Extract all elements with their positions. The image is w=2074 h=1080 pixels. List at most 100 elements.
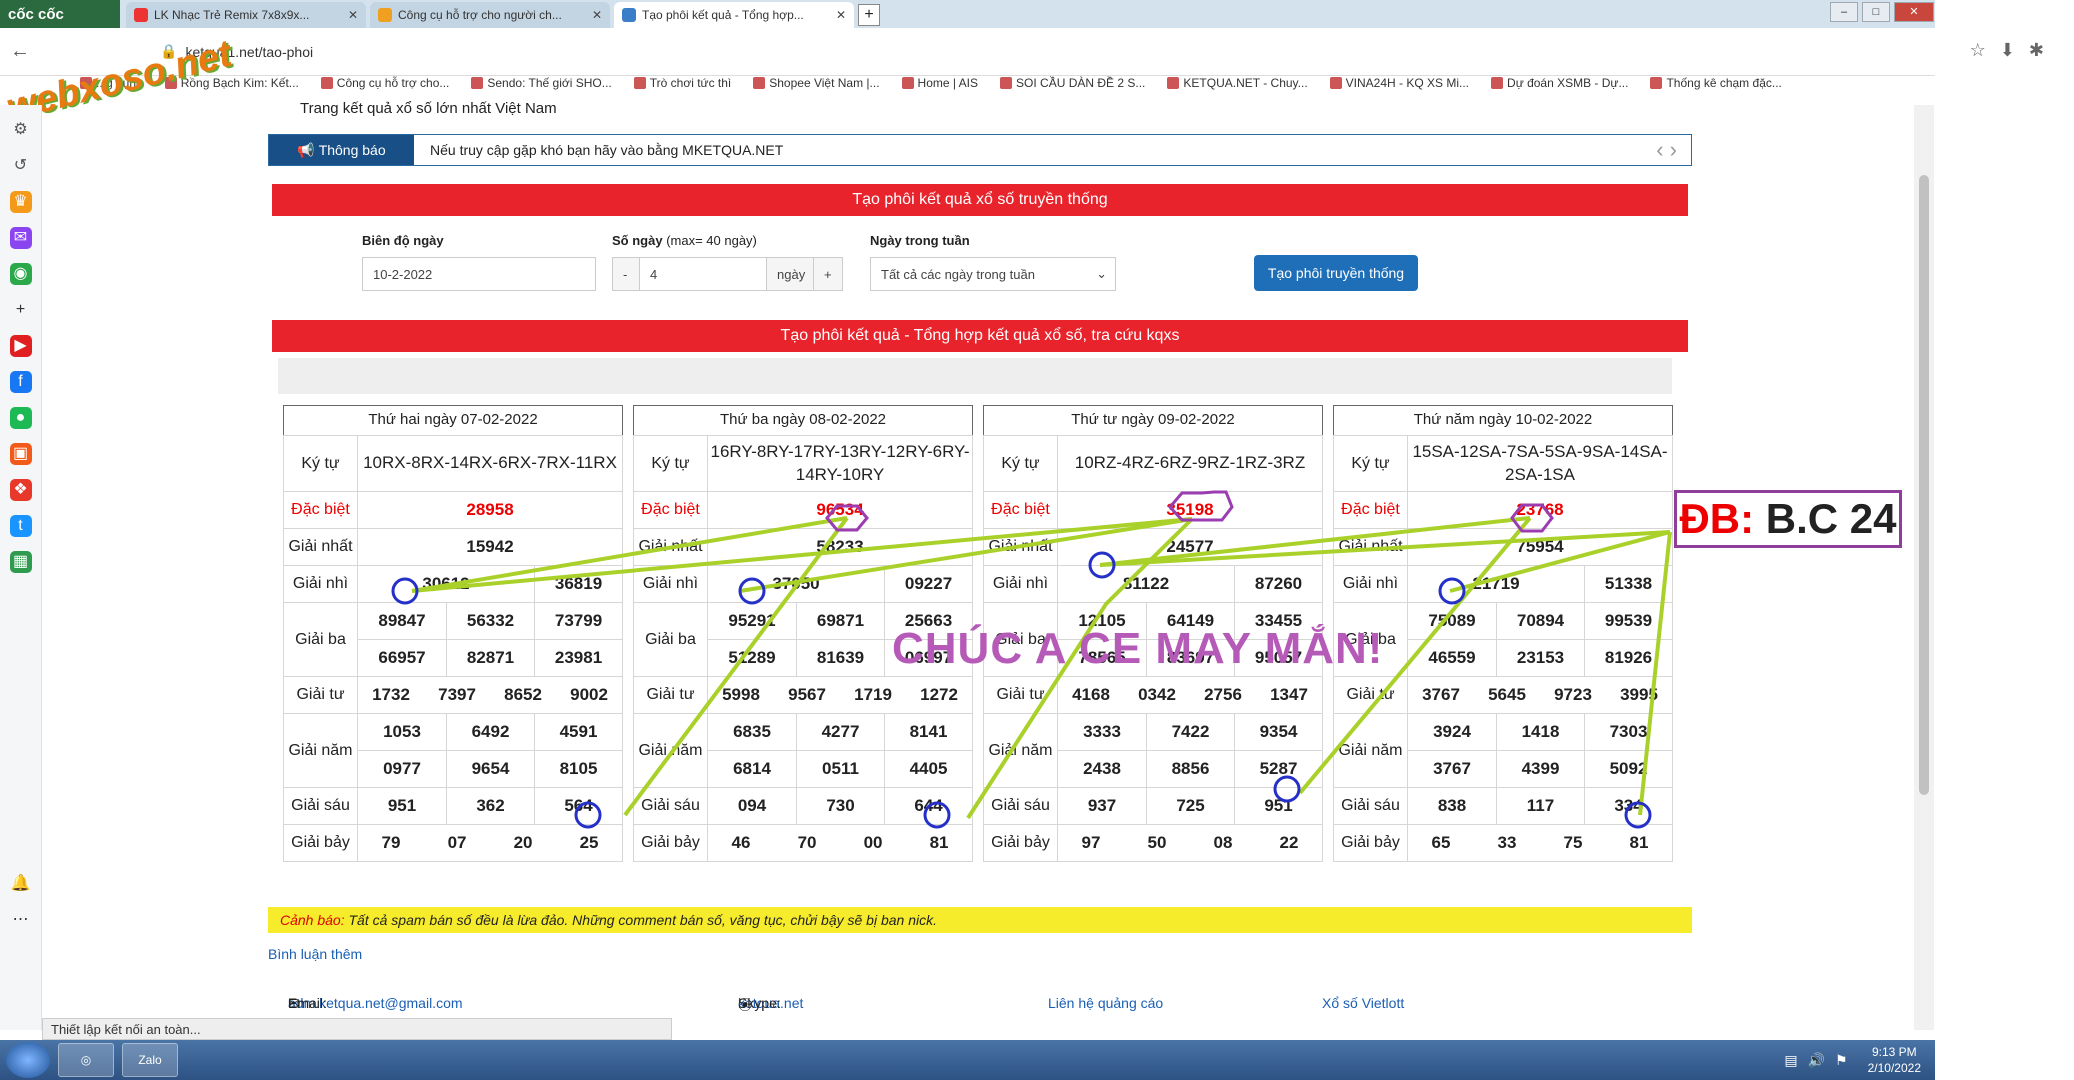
fifth-prize-value: 3333 bbox=[1057, 713, 1147, 751]
generate-button[interactable]: Tạo phôi truyền thống bbox=[1254, 255, 1418, 291]
notice-arrows[interactable]: ‹ › bbox=[1656, 137, 1677, 163]
youtube-icon[interactable]: ▶ bbox=[9, 335, 32, 357]
facebook-icon[interactable]: f bbox=[9, 371, 32, 393]
third-prize-value: 73799 bbox=[533, 602, 624, 640]
scrollbar[interactable] bbox=[1914, 105, 1934, 1030]
tab-youtube[interactable]: LK Nhạc Trẻ Remix 7x8x9x... ✕ bbox=[126, 2, 366, 28]
result-table-title: Thứ hai ngày 07-02-2022 bbox=[283, 405, 624, 435]
row-label: Giải nhất bbox=[633, 528, 708, 566]
scrollbar-thumb[interactable] bbox=[1919, 175, 1929, 795]
fifth-prize-value: 3924 bbox=[1407, 713, 1497, 751]
sixth-prize-value: 117 bbox=[1496, 787, 1585, 825]
coccoc-taskbar-icon[interactable]: ◎ bbox=[58, 1043, 114, 1077]
bookmark-item[interactable]: VINA24H - KQ XS Mi... bbox=[1329, 76, 1469, 100]
bookmark-item[interactable]: Dự đoán XSMB - Dự... bbox=[1491, 76, 1628, 100]
seventh-prize-value: 07 bbox=[447, 833, 467, 852]
gray-strip bbox=[278, 358, 1672, 394]
zalo-taskbar-icon[interactable]: Zalo bbox=[122, 1043, 178, 1077]
bookmark-label: Công cụ hỗ trợ cho... bbox=[336, 76, 450, 90]
days-minus-button[interactable]: - bbox=[612, 257, 640, 291]
shopee-icon[interactable]: ▣ bbox=[9, 443, 32, 465]
bookmark-icon bbox=[633, 77, 646, 89]
close-icon[interactable]: ✕ bbox=[348, 8, 358, 22]
game-icon[interactable]: ◉ bbox=[9, 263, 32, 285]
puzzle-icon[interactable]: ✱ bbox=[2029, 40, 2044, 61]
flag-icon[interactable]: ⚑ bbox=[1835, 1052, 1848, 1069]
seventh-prize-value: 79 bbox=[381, 833, 401, 852]
network-icon[interactable]: ▤ bbox=[1784, 1052, 1797, 1069]
row-label: Giải bảy bbox=[283, 824, 358, 862]
ads-link[interactable]: Liên hệ quảng cáo bbox=[1048, 995, 1163, 1011]
row-label: Giải nhì bbox=[283, 565, 358, 603]
fourth-prize-value: 1719 bbox=[854, 685, 892, 704]
result-row-g2: Giải nhì 21719 51338 bbox=[1333, 565, 1673, 603]
days-input[interactable]: 4 bbox=[639, 257, 767, 291]
start-button[interactable] bbox=[6, 1042, 50, 1078]
range-input[interactable]: 10-2-2022 bbox=[362, 257, 596, 291]
browser-brand: cốc cốc bbox=[0, 0, 120, 28]
warning-text: Tất cả spam bán số đều là lừa đảo. Những… bbox=[348, 912, 938, 928]
fifth-prize-value: 4591 bbox=[533, 713, 624, 751]
sixth-prize-value: 730 bbox=[796, 787, 885, 825]
bookmark-item[interactable]: Home | AIS bbox=[901, 76, 978, 100]
maximize-button[interactable]: □ bbox=[1862, 2, 1890, 22]
download-icon[interactable]: ⬇ bbox=[2000, 40, 2015, 61]
special-prize-value: 23768 bbox=[1407, 491, 1673, 529]
game-center-icon[interactable]: ❖ bbox=[9, 479, 32, 501]
close-icon[interactable]: ✕ bbox=[836, 8, 846, 22]
special-prize-value: 28958 bbox=[356, 491, 624, 529]
comments-link[interactable]: Bình luận thêm bbox=[268, 946, 362, 962]
bell-icon[interactable]: 🔔 bbox=[10, 873, 32, 895]
messenger-icon[interactable]: ✉ bbox=[9, 227, 32, 249]
spotify-icon[interactable]: ● bbox=[9, 407, 32, 429]
seventh-prize-value: 97 bbox=[1081, 833, 1101, 852]
history-icon[interactable]: ↺ bbox=[10, 155, 32, 177]
tab-tool[interactable]: Công cụ hỗ trợ cho người ch... ✕ bbox=[370, 2, 610, 28]
add-icon[interactable]: + bbox=[10, 299, 32, 321]
sheet-icon[interactable]: ▦ bbox=[9, 551, 32, 573]
bookmark-item[interactable]: Thống kê chạm đặc... bbox=[1650, 76, 1782, 100]
star-icon[interactable]: ☆ bbox=[1970, 40, 1986, 61]
row-label: Giải bảy bbox=[633, 824, 708, 862]
fifth-prize-value: 1053 bbox=[357, 713, 447, 751]
row-label: Ký tự bbox=[983, 435, 1058, 492]
third-prize-value: 89847 bbox=[357, 602, 447, 640]
site-icon bbox=[622, 8, 636, 22]
seventh-prize-value: 25 bbox=[579, 833, 599, 852]
row-label: Đặc biệt bbox=[633, 491, 708, 529]
fifth-prize-value: 7422 bbox=[1146, 713, 1235, 751]
bookmark-label: Thống kê chạm đặc... bbox=[1666, 76, 1782, 90]
fifth-prize-value: 5287 bbox=[1234, 750, 1323, 788]
seventh-prize-cell: 46 70 00 81 bbox=[706, 824, 974, 862]
close-window-button[interactable]: ✕ bbox=[1894, 2, 1934, 22]
back-icon[interactable]: ← bbox=[0, 40, 40, 63]
bookmark-item[interactable]: Trò chơi tức thì bbox=[633, 76, 731, 100]
clock[interactable]: 9:13 PM 2/10/2022 bbox=[1868, 1044, 1921, 1076]
gear-icon[interactable]: ⚙ bbox=[10, 119, 32, 141]
new-tab-button[interactable]: + bbox=[858, 4, 880, 26]
close-icon[interactable]: ✕ bbox=[592, 8, 602, 22]
bookmark-item[interactable]: Sendo: Thế giới SHO... bbox=[471, 76, 612, 100]
tiki-icon[interactable]: t bbox=[9, 515, 32, 537]
volume-icon[interactable]: 🔊 bbox=[1808, 1052, 1825, 1069]
result-row-g7: Giải bảy 46 70 00 81 bbox=[633, 824, 974, 862]
bookmark-item[interactable]: SOI CẦU DÀN ĐỀ 2 S... bbox=[1000, 76, 1145, 100]
result-row-ky: Ký tự 10RZ-4RZ-6RZ-9RZ-1RZ-3RZ bbox=[983, 435, 1323, 492]
bookmark-item[interactable]: KETQUA.NET - Chuy... bbox=[1167, 76, 1308, 100]
third-prize-value: 23153 bbox=[1496, 639, 1585, 677]
result-row-g4: Giải tư 5998 9567 1719 1272 bbox=[633, 676, 974, 714]
days-unit: ngày bbox=[766, 257, 814, 291]
vietlott-link[interactable]: Xổ số Vietlott bbox=[1322, 995, 1404, 1011]
crown-icon[interactable]: ♛ bbox=[9, 191, 32, 213]
more-icon[interactable]: ⋯ bbox=[10, 909, 32, 931]
bookmark-item[interactable]: Công cụ hỗ trợ cho... bbox=[320, 76, 450, 100]
result-row-g7: Giải bảy 97 50 08 22 bbox=[983, 824, 1323, 862]
fifth-prize-value: 0511 bbox=[796, 750, 885, 788]
bookmark-item[interactable]: Shopee Việt Nam |... bbox=[753, 76, 880, 100]
fourth-prize-value: 5645 bbox=[1488, 685, 1526, 704]
result-row-ky: Ký tự 15SA-12SA-7SA-5SA-9SA-14SA-2SA-1SA bbox=[1333, 435, 1673, 492]
minimize-button[interactable]: – bbox=[1830, 2, 1858, 22]
tab-tao-phoi[interactable]: Tạo phôi kết quả - Tổng hợp... ✕ bbox=[614, 2, 854, 28]
weekday-select[interactable]: Tất cả các ngày trong tuần ⌄ bbox=[870, 257, 1116, 291]
days-plus-button[interactable]: + bbox=[813, 257, 843, 291]
